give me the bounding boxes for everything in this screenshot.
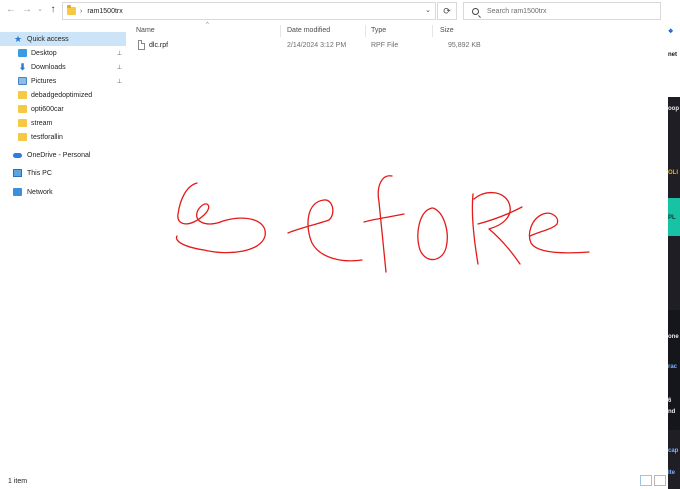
- background-text: cap: [668, 448, 679, 454]
- background-text: oop: [668, 106, 679, 112]
- network-icon: [13, 188, 22, 196]
- sidebar-item-onedrive[interactable]: OneDrive - Personal: [0, 148, 126, 162]
- sidebar-item-label: Pictures: [31, 77, 57, 85]
- sidebar-item-stream[interactable]: stream: [0, 116, 126, 130]
- sidebar-item-label: Desktop: [31, 49, 57, 57]
- column-header-date[interactable]: Date modified: [287, 27, 330, 34]
- letter-r-loop: [473, 192, 521, 265]
- pc-icon: [13, 169, 22, 177]
- background-text: ❖: [668, 29, 674, 35]
- file-row[interactable]: dlc.rpf 2/14/2024 3:12 PM RPF File 95,89…: [130, 40, 490, 54]
- letter-f-stroke: [377, 175, 393, 273]
- recent-locations-button[interactable]: ⌄: [33, 3, 47, 17]
- sidebar-item-label: debadgedoptimized: [31, 91, 93, 99]
- background-text: net: [668, 52, 677, 58]
- sort-arrow-icon: ^: [206, 22, 209, 28]
- column-headers: ^ Name Date modified Type Size: [130, 22, 668, 38]
- back-button[interactable]: ←: [4, 3, 18, 17]
- star-icon: ★: [14, 34, 23, 44]
- column-header-size[interactable]: Size: [440, 27, 454, 34]
- letter-f-crossbar: [363, 213, 405, 223]
- folder-icon: [18, 91, 27, 99]
- letter-b-stroke: [175, 182, 266, 254]
- letter-o-stroke: [417, 207, 448, 261]
- sidebar-item-testforallin[interactable]: testforallin: [0, 130, 126, 144]
- desktop-icon: [18, 49, 27, 57]
- sidebar-item-label: Quick access: [27, 35, 69, 43]
- forward-button[interactable]: →: [20, 3, 34, 17]
- background-window-top: [668, 0, 680, 97]
- details-view-button[interactable]: [640, 475, 652, 486]
- sidebar-item-label: Downloads: [31, 63, 66, 71]
- breadcrumb[interactable]: ram1500trx: [87, 8, 122, 15]
- sidebar-item-desktop[interactable]: Desktop ⊥: [0, 46, 126, 60]
- file-date: 2/14/2024 3:12 PM: [287, 42, 347, 49]
- background-window-edge: ❖ net oop OLI PL one rac 6 nd cap ite: [668, 0, 680, 489]
- background-text: one: [668, 334, 679, 340]
- column-header-name[interactable]: Name: [136, 27, 155, 34]
- sidebar-item-label: OneDrive - Personal: [27, 151, 91, 159]
- search-icon: [472, 7, 479, 15]
- sidebar-item-network[interactable]: Network: [0, 185, 126, 199]
- folder-icon: [18, 105, 27, 113]
- sidebar-item-pictures[interactable]: Pictures ⊥: [0, 74, 126, 88]
- column-divider[interactable]: [280, 25, 281, 37]
- sidebar-item-label: stream: [31, 119, 53, 127]
- address-bar[interactable]: › ram1500trx ⌄: [62, 2, 436, 20]
- breadcrumb-chevron-icon[interactable]: ›: [80, 8, 82, 15]
- file-size: 95,892 KB: [448, 42, 481, 49]
- sidebar-item-label: opti600car: [31, 105, 64, 113]
- background-text: PL: [668, 215, 676, 221]
- letter-r-stroke: [471, 193, 479, 265]
- folder-icon: [67, 5, 76, 15]
- file-name: dlc.rpf: [149, 42, 169, 49]
- pin-icon: ⊥: [116, 64, 122, 71]
- background-text: ite: [668, 470, 676, 476]
- pictures-icon: [18, 77, 27, 85]
- pin-icon: ⊥: [116, 50, 122, 57]
- navigation-bar: ← → ⌄ ↑ › ram1500trx ⌄ ⟳ Search ram1500t…: [0, 0, 668, 22]
- large-icons-view-button[interactable]: [654, 475, 666, 486]
- folder-icon: [18, 133, 27, 141]
- background-text: OLI: [668, 170, 678, 176]
- refresh-button[interactable]: ⟳: [437, 2, 457, 20]
- background-text: nd: [668, 409, 676, 415]
- search-box[interactable]: Search ram1500trx: [463, 2, 661, 20]
- file-type: RPF File: [371, 42, 399, 49]
- column-divider[interactable]: [365, 25, 366, 37]
- background-text: 6: [668, 398, 672, 404]
- status-item-count: 1 item: [8, 478, 28, 485]
- sidebar-item-label: This PC: [27, 169, 52, 177]
- sidebar-item-opti600car[interactable]: opti600car: [0, 102, 126, 116]
- address-dropdown-icon[interactable]: ⌄: [425, 6, 431, 14]
- sidebar-item-downloads[interactable]: ⬇ Downloads ⊥: [0, 60, 126, 74]
- sidebar-item-this-pc[interactable]: This PC: [0, 166, 126, 180]
- background-text: rac: [668, 364, 678, 370]
- sidebar-item-quick-access[interactable]: ★ Quick access: [0, 32, 126, 46]
- column-divider[interactable]: [432, 25, 433, 37]
- letter-e2-stroke: [528, 212, 590, 254]
- file-icon: [138, 40, 145, 50]
- cloud-icon: [13, 153, 22, 158]
- up-button[interactable]: ↑: [46, 3, 60, 17]
- folder-icon: [18, 119, 27, 127]
- sidebar-item-label: Network: [27, 188, 53, 196]
- sidebar-item-debadgedoptimized[interactable]: debadgedoptimized: [0, 88, 126, 102]
- search-input[interactable]: Search ram1500trx: [487, 8, 547, 15]
- sidebar-item-label: testforallin: [31, 133, 63, 141]
- letter-r-tail: [477, 206, 523, 225]
- column-header-type[interactable]: Type: [371, 27, 386, 34]
- letter-e-stroke: [287, 199, 363, 262]
- download-icon: ⬇: [18, 62, 27, 72]
- navigation-pane: ★ Quick access Desktop ⊥ ⬇ Downloads ⊥ P…: [0, 31, 126, 461]
- pin-icon: ⊥: [116, 78, 122, 85]
